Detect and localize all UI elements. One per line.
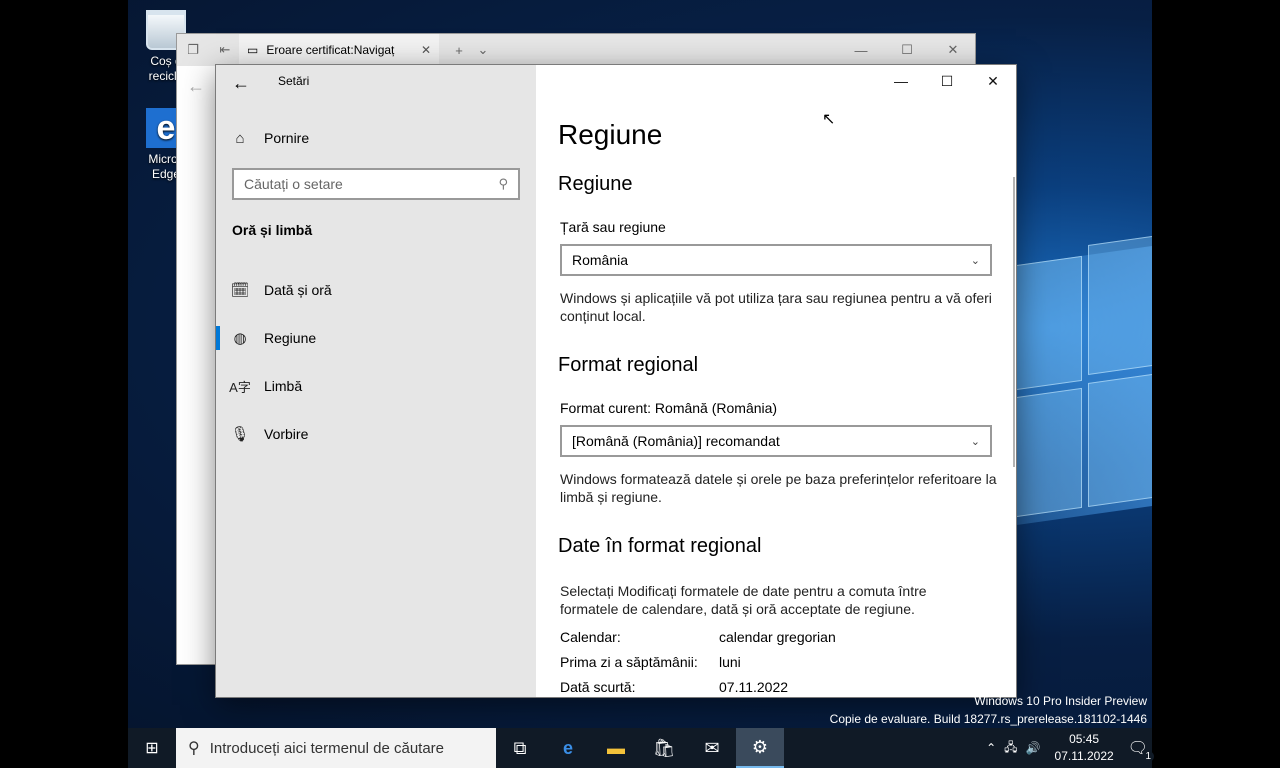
regional-format-value: [Română (România)] recomandat [572, 433, 780, 449]
windows-logo-icon: ⊞ [145, 740, 159, 757]
back-arrow-icon[interactable]: ← [232, 73, 262, 94]
nav-item-label: Limbă [264, 378, 303, 394]
maximize-icon: ☐ [940, 72, 954, 89]
clock-time: 05:45 [1069, 732, 1100, 746]
close-button[interactable]: ✕ [970, 65, 1016, 97]
back-arrow-icon[interactable]: ← [187, 76, 205, 97]
mail-button[interactable]: ✉ [688, 728, 736, 768]
network-icon[interactable]: 🖧 [1004, 738, 1017, 759]
clock-date: 07.11.2022 [1054, 749, 1114, 763]
nav-item-language[interactable]: A字 Limbă [216, 366, 536, 406]
nav-item-home[interactable]: ⌂ Pornire [216, 118, 536, 158]
country-label: Țară sau regiune [560, 219, 666, 235]
minimize-icon: — [894, 73, 908, 89]
format-row-calendar: Calendar: calendar gregorian [560, 629, 836, 645]
chevron-down-icon[interactable]: ⌄ [471, 42, 495, 58]
taskbar-search-placeholder: Introduceți aici termenul de căutare [209, 739, 445, 757]
plus-icon[interactable]: + [447, 43, 471, 58]
nav-item-label: Dată și oră [264, 282, 332, 298]
search-icon: ⚲ [188, 740, 200, 757]
close-icon[interactable]: ✕ [941, 42, 965, 58]
edge-icon: e [562, 737, 573, 758]
nav-item-speech[interactable]: 🎙 Vorbire [216, 414, 536, 454]
search-placeholder: Căutați o setare [244, 176, 343, 192]
task-view-icon: ⧉ [513, 737, 527, 758]
set-aside-tabs-icon[interactable]: ⇤ [213, 42, 237, 58]
close-icon[interactable]: ✕ [421, 43, 431, 57]
maximize-icon[interactable]: ☐ [895, 42, 919, 58]
search-input[interactable]: Căutați o setare ⚲ [232, 168, 520, 200]
store-bag-icon: 🛍 [652, 737, 676, 758]
mouse-cursor-icon: ↖ [822, 111, 836, 128]
notification-count-badge: 1 [1142, 751, 1154, 762]
format-row-first-day: Prima zi a săptămânii: luni [560, 654, 741, 670]
settings-content-pane: — ☐ ✕ Regiune Regiune Țară sau regiune R… [536, 65, 1016, 697]
regional-format-dropdown[interactable]: [Română (România)] recomandat ⌄ [560, 425, 992, 457]
browser-titlebar: ❐ ⇤ ▭ Eroare certificat:Navigaț ✕ + ⌄ — … [177, 34, 975, 66]
section-heading-dates: Date în format regional [558, 535, 762, 557]
app-title: Setări [278, 74, 310, 88]
browser-tab[interactable]: ▭ Eroare certificat:Navigaț ✕ [239, 34, 439, 66]
close-icon: ✕ [987, 72, 999, 89]
country-value: România [572, 252, 629, 268]
content-scrollbar[interactable] [1013, 177, 1015, 467]
country-dropdown[interactable]: România ⌄ [560, 244, 992, 276]
language-icon: A字 [229, 379, 251, 395]
settings-taskbar-button[interactable]: ⚙ [736, 728, 784, 768]
maximize-button[interactable]: ☐ [924, 65, 970, 97]
chevron-down-icon: ⌄ [970, 435, 980, 448]
file-explorer-button[interactable]: ▬ [592, 728, 640, 768]
build-watermark-line2: Copie de evaluare. Build 18277.rs_prerel… [829, 712, 1147, 726]
nav-item-region[interactable]: ◍ Regiune [216, 318, 536, 358]
volume-icon[interactable]: 🔊 [1026, 741, 1041, 755]
current-format-label: Format curent: Română (România) [560, 400, 778, 416]
tab-preview-icon[interactable]: ❐ [181, 42, 205, 58]
microphone-icon: 🎙 [230, 426, 250, 443]
build-watermark-line1: Windows 10 Pro Insider Preview [974, 694, 1147, 708]
format-row-key: Calendar: [560, 629, 621, 645]
home-icon: ⌂ [235, 129, 245, 147]
format-description: Windows formatează datele și orele pe ba… [560, 471, 997, 505]
region-description: Windows și aplicațiile vă pot utiliza ța… [560, 290, 992, 324]
action-center-icon[interactable]: 🗨 1 [1128, 738, 1154, 762]
nav-item-label: Pornire [264, 130, 310, 146]
format-row-key: Prima zi a săptămânii: [560, 654, 698, 670]
clock[interactable]: 05:45 07.11.2022 [1049, 731, 1120, 765]
store-button[interactable]: 🛍 [640, 728, 688, 768]
settings-nav-pane: ← Setări ⌂ Pornire Căutați o setare ⚲ Or… [216, 65, 536, 697]
mail-icon: ✉ [704, 737, 720, 758]
taskbar: ⊞ ⚲ Introduceți aici termenul de căutare… [128, 728, 1154, 768]
nav-item-label: Vorbire [264, 426, 309, 442]
start-button[interactable]: ⊞ [128, 728, 176, 768]
page-title: Regiune [558, 119, 663, 150]
search-icon: ⚲ [498, 176, 508, 191]
section-heading-region: Regiune [558, 173, 633, 195]
globe-icon: ◍ [233, 330, 247, 347]
format-row-value: luni [719, 654, 741, 670]
format-row-short-date: Dată scurtă: 07.11.2022 [560, 679, 788, 695]
minimize-button[interactable]: — [878, 65, 924, 97]
folder-icon: ▬ [607, 737, 625, 758]
calendar-clock-icon: 🗓 [230, 282, 250, 299]
format-row-value: calendar gregorian [719, 629, 836, 645]
page-icon: ▭ [247, 43, 259, 57]
tab-title: Eroare certificat:Navigaț [266, 43, 395, 57]
windows-logo-wallpaper [1008, 234, 1152, 527]
dates-description: Selectați Modificați formatele de date p… [560, 583, 927, 617]
section-heading-format: Format regional [558, 354, 699, 376]
nav-item-date-time[interactable]: 🗓 Dată și oră [216, 270, 536, 310]
gear-icon: ⚙ [751, 736, 769, 757]
nav-group-header: Oră și limbă [232, 222, 313, 238]
minimize-icon[interactable]: — [849, 43, 873, 58]
chevron-up-icon[interactable]: ⌃ [986, 741, 996, 755]
nav-item-label: Regiune [264, 330, 317, 346]
format-row-value: 07.11.2022 [719, 679, 789, 695]
format-row-key: Dată scurtă: [560, 679, 636, 695]
taskbar-search-box[interactable]: ⚲ Introduceți aici termenul de căutare [176, 728, 496, 768]
chevron-down-icon: ⌄ [970, 254, 980, 267]
system-tray: ⌃ 🖧 🔊 05:45 07.11.2022 🗨 1 [986, 731, 1154, 765]
task-view-button[interactable]: ⧉ [496, 728, 544, 768]
edge-taskbar-button[interactable]: e [544, 728, 592, 768]
settings-window: ← Setări ⌂ Pornire Căutați o setare ⚲ Or… [216, 65, 1016, 697]
